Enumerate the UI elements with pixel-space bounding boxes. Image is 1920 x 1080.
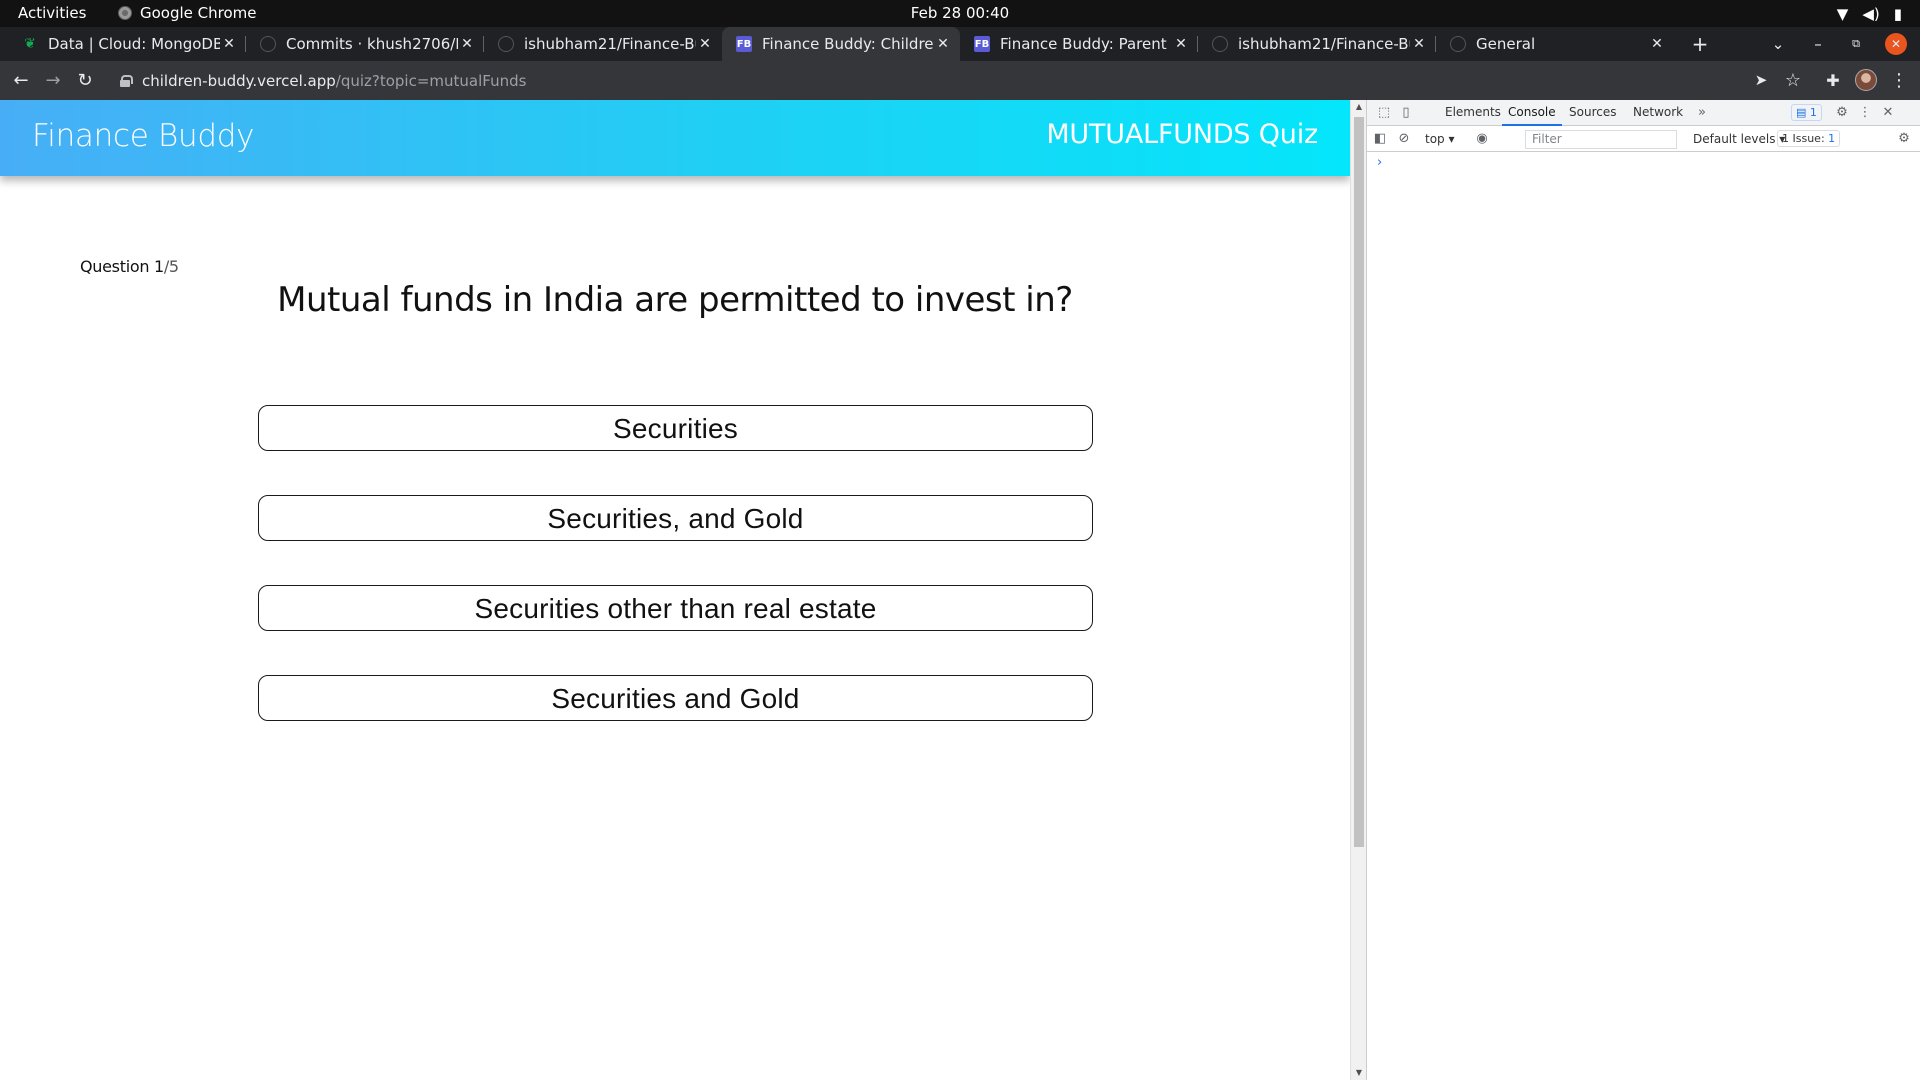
close-devtools-icon[interactable]: ✕ <box>1879 104 1897 122</box>
github-icon <box>1212 36 1228 52</box>
wifi-icon: ▼ <box>1836 5 1849 23</box>
tab-title: Finance Buddy: Parent <box>1000 35 1167 53</box>
device-toolbar-icon[interactable]: ▯ <box>1397 104 1415 122</box>
settings-gear-icon[interactable]: ⚙ <box>1833 104 1851 122</box>
sidebar-toggle-icon[interactable]: ◧ <box>1371 130 1389 148</box>
minimize-button[interactable]: – <box>1805 27 1831 61</box>
answer-option-4[interactable]: Securities and Gold <box>258 675 1093 721</box>
messages-count: 1 <box>1809 106 1817 119</box>
finance-buddy-favicon: FB <box>736 36 752 52</box>
close-icon[interactable]: ✕ <box>220 36 238 52</box>
context-selector[interactable]: top ▾ <box>1425 132 1455 146</box>
more-tabs-chevron-icon[interactable]: » <box>1693 104 1711 122</box>
url-host: children-buddy.vercel.app <box>142 71 336 90</box>
volume-icon: ◀) <box>1862 5 1880 23</box>
answer-option-2[interactable]: Securities, and Gold <box>258 495 1093 541</box>
profile-avatar[interactable] <box>1855 69 1877 91</box>
system-top-bar: Activities Google Chrome Feb 28 00:40 ▼ … <box>0 0 1920 27</box>
tab-repo[interactable]: ishubham21/Finance-Bud ✕ <box>484 27 722 61</box>
console-settings-gear-icon[interactable]: ⚙ <box>1895 130 1913 148</box>
answer-option-3[interactable]: Securities other than real estate <box>258 585 1093 631</box>
tab-search-chevron-icon[interactable]: ⌄ <box>1764 27 1792 61</box>
url-path: /quiz?topic=mutualFunds <box>335 71 527 90</box>
devtools-tab-bar: ⬚ ▯ Elements Console Sources Network » ▤… <box>1367 100 1920 126</box>
console-filter-input[interactable]: Filter <box>1525 130 1677 149</box>
tab-general[interactable]: General ✕ <box>1436 27 1674 61</box>
context-label: top <box>1425 132 1445 146</box>
navbar: Finance Buddy MUTUALFUNDS Quiz <box>0 100 1350 176</box>
tab-title: ishubham21/Finance-Bud <box>524 35 696 53</box>
send-tab-icon[interactable]: ➤ <box>1748 67 1774 93</box>
reload-icon[interactable]: ↻ <box>72 67 98 93</box>
browser-menu-icon[interactable]: ⋮ <box>1886 67 1912 93</box>
scroll-down-arrow-icon[interactable]: ▼ <box>1351 1066 1367 1080</box>
devtools-tab-elements[interactable]: Elements <box>1439 100 1507 126</box>
console-prompt[interactable]: › <box>1377 155 1382 170</box>
close-icon[interactable]: ✕ <box>696 36 714 52</box>
tab-mongodb[interactable]: ❦ Data | Cloud: MongoDB Cl ✕ <box>8 27 246 61</box>
question-counter-current: Question 1 <box>80 257 164 276</box>
clock[interactable]: Feb 28 00:40 <box>0 4 1920 22</box>
battery-icon: ▮ <box>1893 5 1902 23</box>
lock-icon[interactable] <box>120 74 133 87</box>
scrollbar-thumb[interactable] <box>1354 117 1364 847</box>
finance-buddy-favicon: FB <box>974 36 990 52</box>
tab-finance-buddy-parent[interactable]: FB Finance Buddy: Parent ✕ <box>960 27 1198 61</box>
page-scrollbar[interactable]: ▲ ▼ <box>1350 100 1366 1080</box>
log-levels-dropdown[interactable]: Default levels ▾ <box>1693 132 1785 146</box>
github-icon <box>498 36 514 52</box>
tab-strip: ❦ Data | Cloud: MongoDB Cl ✕ Commits · k… <box>0 27 1920 61</box>
inspect-element-icon[interactable]: ⬚ <box>1375 104 1393 122</box>
close-icon[interactable]: ✕ <box>1410 36 1428 52</box>
new-tab-button[interactable]: + <box>1686 27 1714 61</box>
github-icon <box>1450 36 1466 52</box>
question-counter-total: /5 <box>163 257 179 276</box>
tab-title: Finance Buddy: Children <box>762 35 934 53</box>
question-counter: Question 1/5 <box>80 257 179 276</box>
forward-arrow-icon[interactable]: → <box>40 67 66 93</box>
github-icon <box>260 36 276 52</box>
devtools-menu-icon[interactable]: ⋮ <box>1856 104 1874 122</box>
issues-label: 1 Issue: <box>1782 132 1825 145</box>
answer-option-1[interactable]: Securities <box>258 405 1093 451</box>
close-icon[interactable]: ✕ <box>1648 36 1666 52</box>
restore-button[interactable]: ⧉ <box>1843 27 1869 61</box>
tab-title: Commits · khush2706/Fin <box>286 35 458 53</box>
devtools-tab-network[interactable]: Network <box>1627 100 1689 126</box>
tab-title: General <box>1476 35 1536 53</box>
devtools-tab-console[interactable]: Console <box>1502 100 1562 126</box>
tab-commits[interactable]: Commits · khush2706/Fin ✕ <box>246 27 484 61</box>
close-icon[interactable]: ✕ <box>934 36 952 52</box>
issues-button[interactable]: 1 Issue: 1 <box>1777 130 1841 147</box>
log-levels-label: Default levels <box>1693 132 1776 146</box>
browser-toolbar: ← → ↻ children-buddy.vercel.app/quiz?top… <box>0 61 1920 100</box>
tab-title: ishubham21/Finance-Bud <box>1238 35 1410 53</box>
messages-badge[interactable]: ▤ 1 <box>1791 104 1822 121</box>
brand-logo-text[interactable]: Finance Buddy <box>32 118 255 154</box>
extensions-puzzle-icon[interactable]: ✚ <box>1820 67 1846 93</box>
question-text: Mutual funds in India are permitted to i… <box>277 280 1073 320</box>
console-toolbar: ◧ ⊘ top ▾ ◉ Filter Default levels ▾ 1 Is… <box>1367 127 1920 152</box>
back-arrow-icon[interactable]: ← <box>8 67 34 93</box>
close-icon[interactable]: ✕ <box>1172 36 1190 52</box>
tab-finance-buddy-children[interactable]: FB Finance Buddy: Children ✕ <box>722 27 960 61</box>
quiz-topic-title: MUTUALFUNDS Quiz <box>1046 119 1318 150</box>
tab-title: Data | Cloud: MongoDB Cl <box>48 35 220 53</box>
window-close-button[interactable]: ✕ <box>1885 33 1907 55</box>
close-icon[interactable]: ✕ <box>458 36 476 52</box>
live-expression-eye-icon[interactable]: ◉ <box>1473 130 1491 148</box>
web-page: Finance Buddy MUTUALFUNDS Quiz Question … <box>0 100 1350 1080</box>
devtools-panel: ⬚ ▯ Elements Console Sources Network » ▤… <box>1366 100 1920 1080</box>
mongodb-leaf-icon: ❦ <box>24 36 36 52</box>
clear-console-icon[interactable]: ⊘ <box>1395 130 1413 148</box>
address-bar[interactable]: children-buddy.vercel.app/quiz?topic=mut… <box>110 65 1750 96</box>
issues-count: 1 <box>1828 132 1836 145</box>
devtools-tab-sources[interactable]: Sources <box>1563 100 1622 126</box>
system-tray[interactable]: ▼ ◀) ▮ <box>1837 5 1902 23</box>
scroll-up-arrow-icon[interactable]: ▲ <box>1351 100 1367 114</box>
tab-repo-2[interactable]: ishubham21/Finance-Bud ✕ <box>1198 27 1436 61</box>
bookmark-star-icon[interactable]: ☆ <box>1780 67 1806 93</box>
